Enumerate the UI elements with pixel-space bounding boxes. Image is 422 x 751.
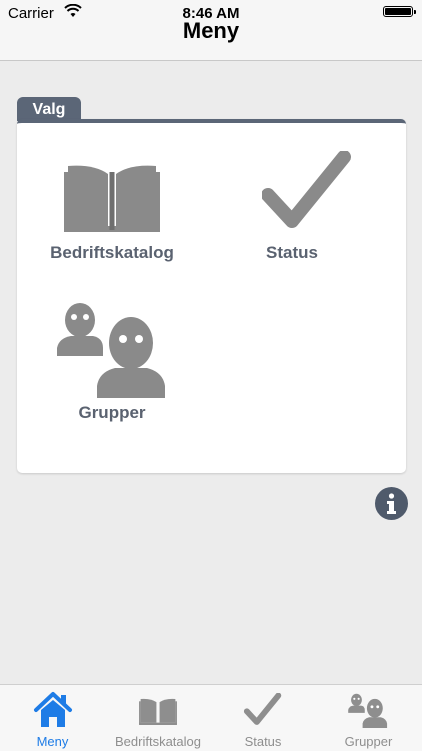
battery-icon xyxy=(383,6,416,17)
navigation-bar: Carrier 8:46 AM Meny xyxy=(0,0,422,61)
tab-meny[interactable]: Meny xyxy=(0,685,105,751)
tab-label: Status xyxy=(244,734,282,749)
tab-grupper[interactable]: Grupper xyxy=(315,685,422,751)
book-icon xyxy=(64,165,160,232)
tile-label: Bedriftskatalog xyxy=(50,243,174,262)
people-icon xyxy=(348,693,388,728)
tile-label: Status xyxy=(266,243,318,262)
tab-label: Meny xyxy=(36,734,69,749)
tile-status[interactable]: Status xyxy=(232,151,352,268)
tab-status[interactable]: Status xyxy=(211,685,315,751)
people-icon xyxy=(57,303,165,398)
checkmark-icon xyxy=(262,151,351,228)
options-panel: Bedriftskatalog Status Grupper xyxy=(17,119,406,473)
info-icon xyxy=(387,493,396,514)
section-tab-label: Valg xyxy=(17,97,81,121)
book-icon xyxy=(139,698,177,725)
tile-grupper[interactable]: Grupper xyxy=(52,295,172,425)
tile-bedriftskatalog[interactable]: Bedriftskatalog xyxy=(42,153,182,268)
tab-bedriftskatalog[interactable]: Bedriftskatalog xyxy=(105,685,211,751)
tile-label: Grupper xyxy=(78,403,146,422)
checkmark-icon xyxy=(243,693,282,725)
tab-label: Grupper xyxy=(344,734,393,749)
home-icon xyxy=(34,692,72,727)
info-button[interactable] xyxy=(375,487,408,520)
tab-bar: Meny Bedriftskatalog Status Grupper xyxy=(0,684,422,751)
tab-label: Bedriftskatalog xyxy=(115,734,201,749)
page-title: Meny xyxy=(182,18,240,43)
